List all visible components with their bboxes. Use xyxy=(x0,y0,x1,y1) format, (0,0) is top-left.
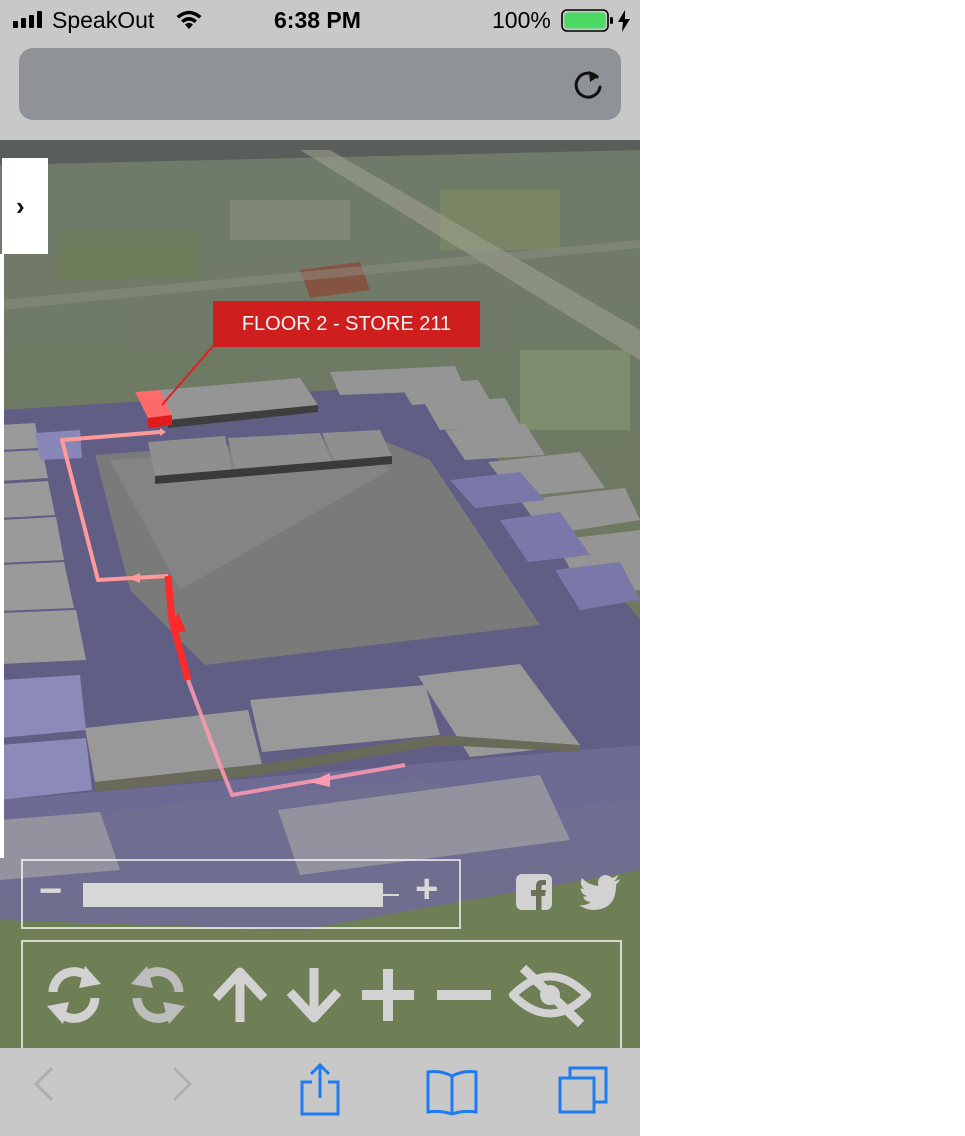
store-block xyxy=(148,436,232,476)
carrier-name: SpeakOut xyxy=(52,7,155,33)
eye-slash-icon[interactable] xyxy=(509,962,591,1028)
zoom-slider[interactable] xyxy=(83,883,383,907)
arrow-up-icon[interactable] xyxy=(207,962,273,1028)
aerial-field xyxy=(520,350,630,430)
store-block-purple xyxy=(35,430,82,460)
store-block xyxy=(0,481,55,518)
store-callout[interactable]: FLOOR 2 - STORE 211 xyxy=(213,301,480,347)
address-bar[interactable] xyxy=(19,48,621,120)
aerial-field xyxy=(230,200,350,240)
browser-address-area xyxy=(0,42,640,140)
back-icon[interactable] xyxy=(30,1064,56,1104)
arrow-down-icon[interactable] xyxy=(281,962,347,1028)
store-block xyxy=(0,610,86,664)
twitter-icon[interactable] xyxy=(578,872,622,912)
status-bar: SpeakOut 6:38 PM 100% xyxy=(0,0,640,42)
rotate-clockwise-icon[interactable] xyxy=(41,962,107,1028)
callout-label: FLOOR 2 - STORE 211 xyxy=(241,313,452,335)
side-panel-edge xyxy=(0,254,4,858)
zoom-out-button[interactable]: − xyxy=(39,869,62,913)
zoom-slider-panel: − + xyxy=(21,859,461,929)
battery-icon xyxy=(561,9,613,32)
side-panel-toggle[interactable]: › xyxy=(2,158,48,254)
wifi-icon xyxy=(176,10,202,29)
charging-bolt-icon xyxy=(618,10,630,32)
minus-icon[interactable] xyxy=(431,962,497,1028)
tabs-icon[interactable] xyxy=(556,1064,610,1118)
store-block-purple xyxy=(0,675,86,738)
phone-screen: SpeakOut 6:38 PM 100% › FLOOR 2 - STORE … xyxy=(0,0,640,1136)
reload-icon[interactable] xyxy=(571,68,605,102)
forward-icon[interactable] xyxy=(170,1064,196,1104)
zoom-slider-rail xyxy=(383,894,399,896)
store-block-purple xyxy=(0,738,92,800)
battery-percent: 100% xyxy=(492,7,551,33)
store-block xyxy=(0,423,40,450)
zoom-in-button[interactable]: + xyxy=(415,867,438,911)
store-block xyxy=(322,430,392,460)
store-block xyxy=(0,562,74,611)
chevron-right-icon: › xyxy=(16,191,25,221)
aerial-field xyxy=(60,230,200,280)
plus-icon[interactable] xyxy=(355,962,421,1028)
share-icon[interactable] xyxy=(298,1062,342,1118)
browser-toolbar xyxy=(0,1048,640,1136)
view-controls-panel xyxy=(21,940,622,1050)
bookmarks-icon[interactable] xyxy=(424,1068,480,1116)
store-block xyxy=(0,517,64,563)
facebook-icon[interactable] xyxy=(514,872,554,912)
rotate-counterclockwise-icon[interactable] xyxy=(125,962,191,1028)
clock: 6:38 PM xyxy=(274,7,361,33)
